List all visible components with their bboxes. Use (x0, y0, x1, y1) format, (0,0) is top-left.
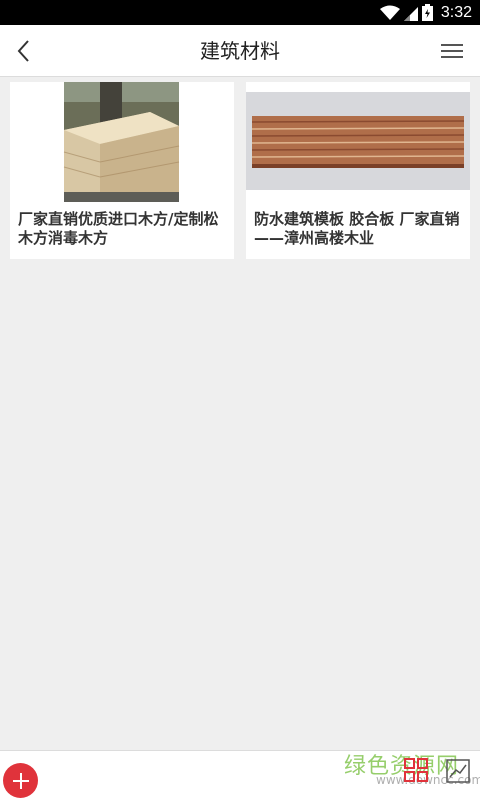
product-card[interactable]: 厂家直销优质进口木方/定制松木方消毒木方 (10, 82, 234, 259)
status-time: 3:32 (440, 3, 472, 21)
product-image-timber (10, 82, 234, 202)
add-button[interactable] (3, 763, 38, 798)
product-title: 防水建筑模板 胶合板 厂家直销——漳州高楼木业 (254, 210, 460, 247)
menu-button[interactable] (434, 33, 470, 69)
plus-icon (12, 772, 29, 789)
product-card[interactable]: 防水建筑模板 胶合板 厂家直销——漳州高楼木业 (246, 82, 470, 259)
product-title: 厂家直销优质进口木方/定制松木方消毒木方 (18, 210, 219, 247)
wifi-icon (379, 5, 400, 20)
app-header: 建筑材料 (0, 25, 480, 77)
page-title: 建筑材料 (200, 39, 280, 63)
grid-view-icon[interactable] (404, 758, 428, 782)
hamburger-menu-icon (441, 44, 463, 58)
battery-icon (421, 4, 433, 21)
status-bar: 3:32 (0, 0, 480, 25)
back-button[interactable] (6, 33, 42, 69)
signal-icon (403, 6, 418, 21)
trend-chart-icon[interactable] (446, 759, 470, 783)
status-icons: 3:32 (379, 3, 472, 22)
product-image-plywood (246, 82, 470, 202)
chevron-left-icon (17, 40, 29, 62)
